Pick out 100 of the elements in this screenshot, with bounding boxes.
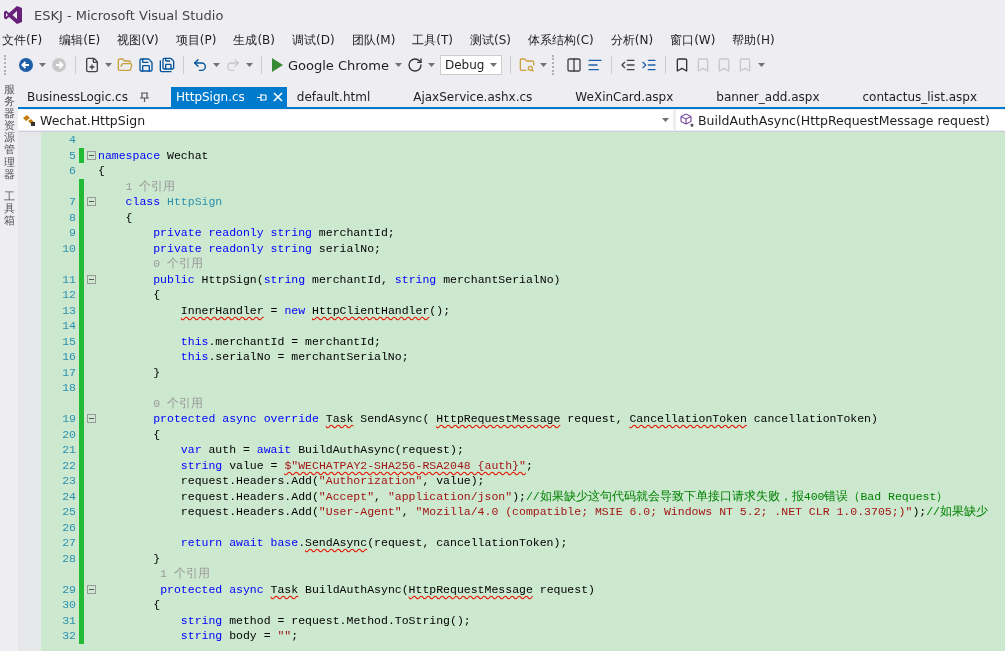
- run-button[interactable]: Google Chrome: [270, 56, 390, 74]
- line-number: 26: [61, 520, 76, 534]
- code-line: public HttpSign(string merchantId, string merchantSerialNo): [152, 272, 561, 286]
- code-line: {: [152, 427, 161, 441]
- menu-item[interactable]: 文件(F): [2, 31, 43, 49]
- play-icon: [271, 58, 283, 72]
- save-all-icon[interactable]: [159, 57, 175, 73]
- code-line: InnerHandler = new HttpClientHandler();: [179, 303, 451, 317]
- dropdown-caret-icon[interactable]: [427, 63, 435, 67]
- member-dropdown[interactable]: BuildAuthAsync(HttpRequestMessage request): [676, 110, 1005, 130]
- code-line: string body = "";: [179, 629, 299, 643]
- line-number: 11: [61, 272, 76, 286]
- dropdown-caret-icon[interactable]: [394, 63, 402, 67]
- code-line: {: [98, 164, 105, 178]
- line-number: 22: [61, 458, 76, 472]
- configuration-dropdown[interactable]: Debug: [439, 55, 502, 75]
- line-number: 20: [61, 427, 76, 441]
- menu-item[interactable]: 调试(D): [292, 31, 335, 49]
- line-number: 14: [61, 319, 76, 333]
- type-scope-dropdown[interactable]: Wechat.HttpSign: [18, 110, 673, 130]
- code-line: {: [124, 210, 133, 224]
- new-file-icon[interactable]: [84, 57, 100, 73]
- menu-item[interactable]: 体系结构(C): [528, 31, 594, 49]
- dropdown-caret-icon[interactable]: [662, 118, 669, 122]
- collapse-icon[interactable]: [86, 414, 96, 424]
- dropdown-caret-icon[interactable]: [213, 63, 220, 67]
- collapse-icon[interactable]: [86, 150, 96, 160]
- line-number: 32: [61, 629, 76, 643]
- save-icon[interactable]: [138, 57, 154, 73]
- code-line: request.Headers.Add("User-Agent", "Mozilla/4.0 (compatible; MSIE 6.0; Windows NT 5.2; .NET CLR 1.0.3705;)");//如果缺少: [179, 504, 988, 520]
- menu-item[interactable]: 测试(S): [470, 31, 512, 49]
- line-number: 6: [68, 164, 76, 178]
- indent-icon[interactable]: [640, 57, 657, 73]
- code-line: {: [152, 288, 161, 302]
- code-line: this.merchantId = merchantId;: [179, 334, 381, 348]
- outdent-icon[interactable]: [619, 57, 636, 73]
- line-number: 30: [61, 598, 76, 612]
- line-number: 10: [61, 241, 76, 255]
- close-icon[interactable]: [272, 92, 283, 102]
- collapse-icon[interactable]: [86, 584, 96, 594]
- dropdown-caret-icon[interactable]: [757, 63, 765, 67]
- window-layout-icon[interactable]: [565, 57, 582, 73]
- document-tab[interactable]: banner_add.aspx: [711, 87, 858, 107]
- line-number: 27: [61, 536, 76, 550]
- undo-icon[interactable]: [192, 57, 208, 73]
- document-tab[interactable]: AjaxService.ashx.cs: [408, 87, 571, 107]
- code-line: {: [152, 598, 161, 612]
- menu-item[interactable]: 编辑(E): [59, 31, 101, 49]
- code-editor[interactable]: [41, 132, 1005, 651]
- side-panel-tab[interactable]: 服务器资源管理器: [3, 84, 15, 181]
- document-tab[interactable]: HttpSign.cs: [170, 87, 287, 107]
- document-tab[interactable]: contactus_list.aspx: [857, 87, 1005, 107]
- dropdown-caret-icon[interactable]: [246, 63, 253, 67]
- line-number: 4: [68, 133, 76, 147]
- document-tab[interactable]: BusinessLogic.cs: [22, 87, 171, 107]
- menu-item[interactable]: 生成(B): [233, 31, 275, 49]
- line-number: 19: [61, 412, 76, 426]
- code-line: this.serialNo = merchantSerialNo;: [179, 350, 409, 364]
- menu-item[interactable]: 团队(M): [351, 31, 396, 49]
- code-line: protected async Task BuildAuthAsync(HttpRequestMessage request): [159, 582, 595, 596]
- menu-item[interactable]: 工具(T): [412, 31, 454, 49]
- pin-icon[interactable]: [139, 92, 149, 102]
- dropdown-caret-icon[interactable]: [39, 63, 46, 67]
- code-line: return await base.SendAsync(request, cancellationToken);: [179, 536, 568, 550]
- line-number: 17: [61, 365, 76, 379]
- collapse-icon[interactable]: [86, 197, 96, 207]
- refresh-icon[interactable]: [406, 57, 423, 73]
- line-number: 31: [61, 613, 76, 627]
- line-number: 12: [61, 288, 76, 302]
- line-number: 23: [61, 474, 76, 488]
- code-line: request.Headers.Add("Authorization", value);: [179, 474, 485, 488]
- line-number: 16: [61, 350, 76, 364]
- document-tab[interactable]: default.html: [291, 87, 409, 107]
- line-number: 28: [61, 551, 76, 565]
- line-number: 18: [61, 381, 76, 395]
- dropdown-caret-icon[interactable]: [489, 63, 497, 67]
- menu-item[interactable]: 分析(N): [610, 31, 654, 49]
- side-panel-tab[interactable]: 工具箱: [3, 190, 15, 228]
- menu-item[interactable]: 项目(P): [175, 31, 217, 49]
- line-number: 5: [68, 148, 76, 162]
- line-number: 15: [61, 334, 76, 348]
- back-icon[interactable]: [18, 57, 34, 73]
- document-tab[interactable]: WeXinCard.aspx: [570, 87, 712, 107]
- code-line: }: [152, 551, 161, 565]
- code-line: var auth = await BuildAuthAsync(request);: [179, 443, 464, 457]
- menu-item[interactable]: 视图(V): [117, 31, 159, 49]
- outline-icon[interactable]: [586, 57, 603, 73]
- menu-item[interactable]: 帮助(H): [732, 31, 775, 49]
- code-line: request.Headers.Add("Accept", "application/json");//如果缺少这句代码就会导致下单接口请求失败，报400错误（Bad Request）: [179, 488, 949, 504]
- code-line: namespace Wechat: [98, 148, 209, 162]
- dropdown-caret-icon[interactable]: [105, 63, 112, 67]
- collapse-icon[interactable]: [86, 274, 96, 284]
- code-line: class HttpSign: [124, 195, 223, 209]
- code-line: }: [152, 365, 161, 379]
- line-number: 24: [61, 489, 76, 503]
- dropdown-caret-icon[interactable]: [539, 63, 547, 67]
- menu-item[interactable]: 窗口(W): [670, 31, 716, 49]
- line-number: 21: [61, 443, 76, 457]
- code-line: private readonly string merchantId;: [152, 226, 395, 240]
- line-number: 25: [61, 505, 76, 519]
